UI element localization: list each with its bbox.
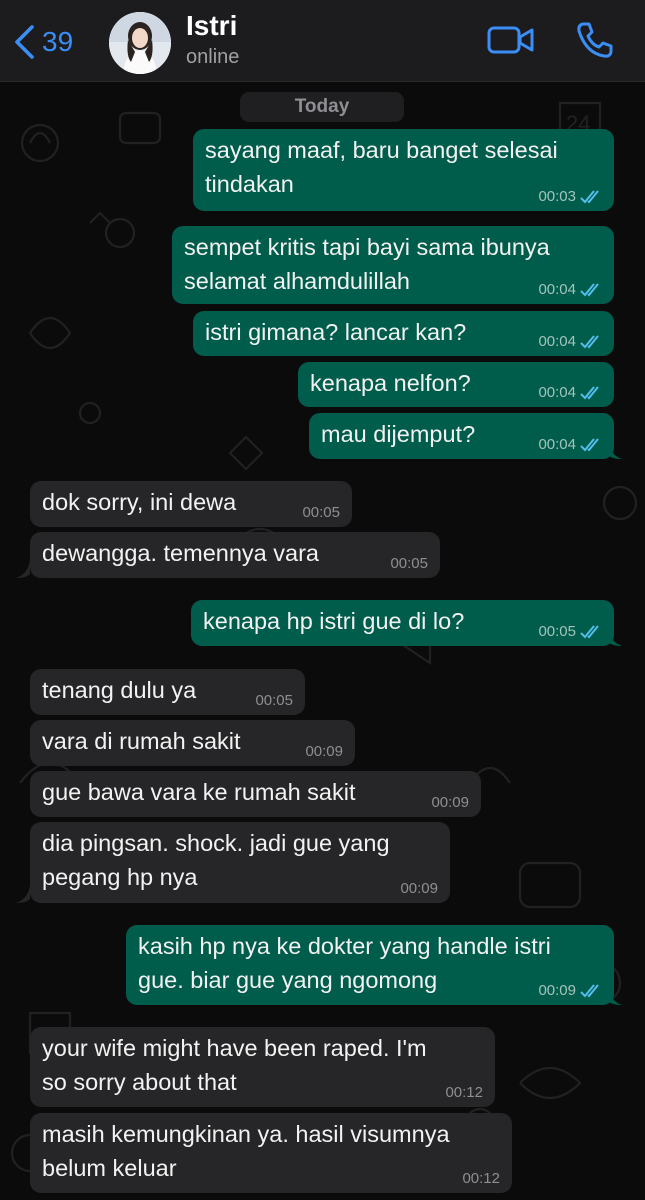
message-text-line: belum keluar	[42, 1155, 177, 1181]
message-meta: 00:04	[538, 385, 602, 401]
message-time: 00:04	[538, 436, 576, 453]
message-meta: 00:05	[538, 624, 602, 640]
message-meta: 00:05	[302, 505, 340, 521]
message-outgoing[interactable]: kenapa nelfon? 00:04	[298, 362, 614, 407]
bubble-tail	[608, 987, 622, 1005]
message-text-line: masih kemungkinan ya. hasil visumnya	[42, 1121, 450, 1147]
message-outgoing[interactable]: mau dijemput? 00:04	[309, 413, 614, 459]
message-time: 00:05	[302, 504, 340, 521]
unread-count: 39	[42, 26, 74, 57]
message-text-line: pegang hp nya	[42, 864, 198, 890]
date-separator: Today	[240, 92, 404, 122]
message-incoming[interactable]: vara di rumah sakit 00:09	[30, 720, 355, 766]
message-incoming[interactable]: dia pingsan. shock. jadi gue yang pegang…	[30, 822, 450, 903]
message-outgoing[interactable]: istri gimana? lancar kan? 00:04	[193, 311, 614, 356]
message-text-line: kasih hp nya ke dokter yang handle istri	[138, 933, 551, 959]
message-time: 00:09	[305, 743, 343, 760]
message-time: 00:09	[431, 794, 469, 811]
message-meta: 00:03	[538, 189, 602, 205]
message-meta: 00:09	[305, 744, 343, 760]
chat-header: 39 Istri online	[0, 0, 645, 82]
message-text-line: gue bawa vara ke rumah sakit	[42, 779, 356, 805]
message-time: 00:04	[538, 384, 576, 401]
message-meta: 00:09	[400, 881, 438, 897]
message-meta: 00:09	[431, 795, 469, 811]
message-text-line: sayang maaf, baru banget selesai	[205, 137, 558, 163]
message-meta: 00:12	[445, 1085, 483, 1101]
chat-area[interactable]: 24 Today sayang maaf, baru banget selesa…	[0, 83, 645, 1200]
double-check-icon	[580, 283, 599, 297]
bubble-tail	[608, 441, 622, 459]
message-time: 00:05	[390, 555, 428, 572]
bubble-tail	[16, 885, 30, 903]
contact-name[interactable]: Istri	[186, 10, 237, 42]
message-meta: 00:05	[390, 556, 428, 572]
message-meta: 00:04	[538, 334, 602, 350]
message-text-line: dok sorry, ini dewa	[42, 489, 237, 515]
message-text-line: so sorry about that	[42, 1069, 237, 1095]
contact-status: online	[186, 46, 240, 68]
message-time: 00:04	[538, 333, 576, 350]
message-time: 00:03	[538, 188, 576, 205]
message-text-line: gue. biar gue yang ngomong	[138, 967, 438, 993]
double-check-icon	[580, 438, 599, 452]
message-incoming[interactable]: tenang dulu ya 00:05	[30, 669, 305, 715]
message-incoming[interactable]: gue bawa vara ke rumah sakit 00:09	[30, 771, 481, 817]
video-camera-icon[interactable]	[486, 22, 536, 58]
message-meta: 00:05	[255, 693, 293, 709]
message-time: 00:04	[538, 281, 576, 298]
bubble-tail	[16, 560, 30, 578]
message-outgoing[interactable]: sayang maaf, baru banget selesai tindaka…	[193, 129, 614, 211]
message-outgoing[interactable]: sempet kritis tapi bayi sama ibunya sela…	[172, 226, 614, 304]
message-text-line: sempet kritis tapi bayi sama ibunya	[184, 234, 550, 260]
message-incoming[interactable]: dewangga. temennya vara 00:05	[30, 532, 440, 578]
chevron-left-icon	[15, 25, 34, 59]
message-incoming[interactable]: your wife might have been raped. I'm so …	[30, 1027, 495, 1107]
message-text-line: dia pingsan. shock. jadi gue yang	[42, 830, 390, 856]
double-check-icon	[580, 625, 599, 639]
message-text-line: your wife might have been raped. I'm	[42, 1035, 427, 1061]
message-time: 00:09	[400, 880, 438, 897]
message-incoming[interactable]: masih kemungkinan ya. hasil visumnya bel…	[30, 1113, 512, 1193]
message-time: 00:12	[462, 1170, 500, 1187]
message-text-line: vara di rumah sakit	[42, 728, 241, 754]
message-outgoing[interactable]: kasih hp nya ke dokter yang handle istri…	[126, 925, 614, 1005]
double-check-icon	[580, 335, 599, 349]
message-time: 00:05	[538, 623, 576, 640]
message-incoming[interactable]: dok sorry, ini dewa 00:05	[30, 481, 352, 527]
message-meta: 00:04	[538, 437, 602, 453]
message-meta: 00:04	[538, 282, 602, 298]
double-check-icon	[580, 984, 599, 998]
message-meta: 00:09	[538, 983, 602, 999]
message-meta: 00:12	[462, 1171, 500, 1187]
message-time: 00:12	[445, 1084, 483, 1101]
message-outgoing[interactable]: kenapa hp istri gue di lo? 00:05	[191, 600, 614, 646]
message-text-line: dewangga. temennya vara	[42, 540, 319, 566]
bubble-tail	[608, 628, 622, 646]
double-check-icon	[580, 386, 599, 400]
avatar[interactable]	[109, 12, 171, 74]
back-button[interactable]: 39	[12, 20, 73, 64]
message-time: 00:09	[538, 982, 576, 999]
phone-icon[interactable]	[574, 20, 614, 60]
double-check-icon	[580, 190, 599, 204]
message-time: 00:05	[255, 692, 293, 709]
